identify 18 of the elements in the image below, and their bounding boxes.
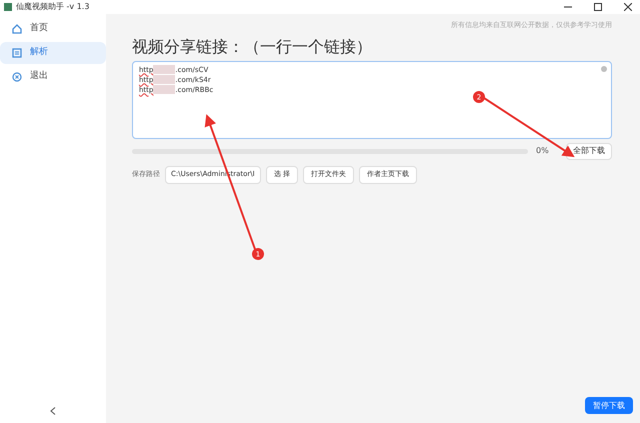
close-circle-icon <box>12 72 22 82</box>
progress-reading: 0% <box>536 145 550 157</box>
maximize-icon[interactable] <box>594 3 602 11</box>
download-all-button[interactable]: 全部下载 <box>566 142 612 160</box>
sidebar-item[interactable]: 退出 <box>0 66 106 88</box>
document-icon <box>12 48 22 58</box>
collapse-chevron-icon[interactable] <box>50 407 56 415</box>
heading: 视频分享链接：（一行一个链接） <box>132 38 373 54</box>
sidebar-item[interactable]: 首页 <box>0 18 106 40</box>
close-icon[interactable] <box>624 3 632 11</box>
home-icon <box>12 24 22 34</box>
pause-download-button[interactable]: 暂停下载 <box>585 397 633 414</box>
sidebar-item[interactable]: 解析 <box>0 42 106 64</box>
window-title: 仙魔视频助手 -v 1.3 <box>16 1 90 13</box>
blurred-region <box>153 84 176 94</box>
blurred-region <box>153 74 176 84</box>
blurred-region <box>153 64 176 74</box>
app-icon <box>4 3 12 11</box>
